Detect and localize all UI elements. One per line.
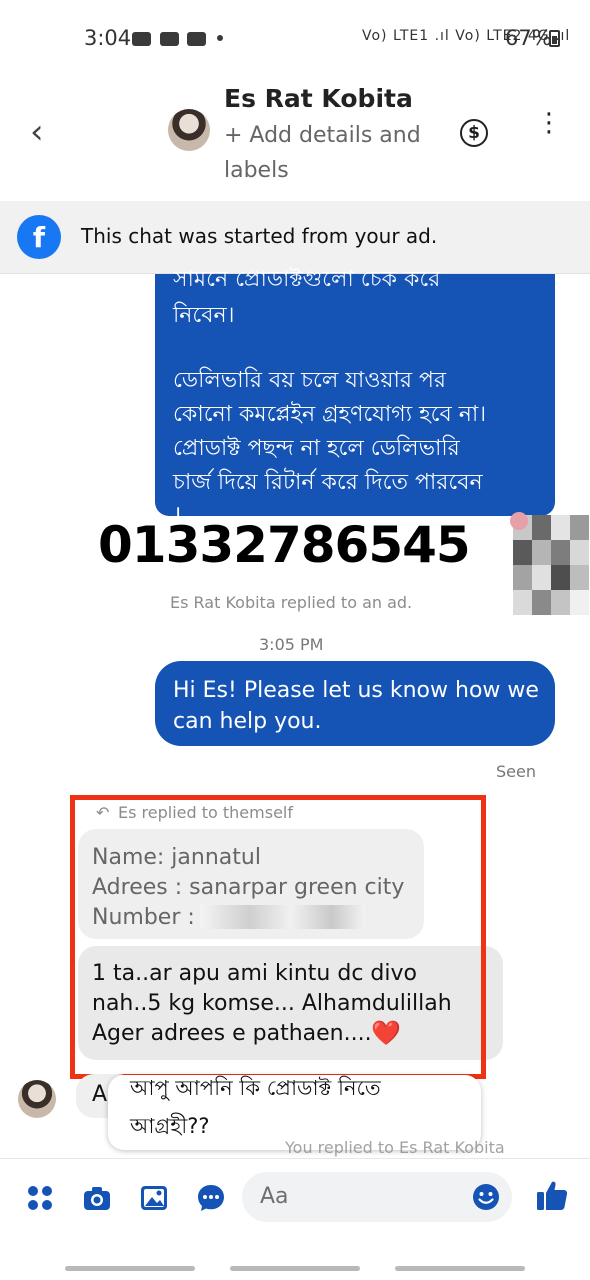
you-replied-note: You replied to Es Rat Kobita (285, 1138, 505, 1157)
apps-grid-icon[interactable] (25, 1183, 55, 1213)
youtube-notification-icon (132, 32, 151, 46)
gallery-icon[interactable] (139, 1183, 169, 1213)
message-line: প্রোডাক্ট পছন্দ না হলে ডেলিভারি (173, 436, 460, 461)
status-time: 3:04 (84, 26, 132, 50)
highlight-box (70, 795, 486, 1079)
message-line: চার্জ দিয়ে রিটার্ন করে দিতে পারবেন (173, 470, 483, 495)
read-receipt-avatar (510, 512, 528, 530)
battery-icon (549, 30, 560, 47)
pixelated-image (513, 515, 590, 615)
add-details-labels-link[interactable]: + Add details and labels (224, 118, 444, 188)
seen-indicator: Seen (496, 762, 536, 781)
message-timestamp: 3:05 PM (259, 635, 324, 654)
ad-banner-text: This chat was started from your ad. (81, 224, 438, 248)
sent-greeting-text: Hi Es! Please let us know how we can hel… (173, 678, 539, 734)
back-chevron-icon[interactable]: ‹ (30, 112, 44, 152)
partial-message-text: A (92, 1082, 108, 1107)
nav-gesture-right (395, 1266, 525, 1271)
youtube-notification-icon-2 (187, 32, 206, 46)
message-line: কোনো কমপ্লেইন গ্রহণযোগ্য হবে না। (173, 402, 487, 427)
camera-icon[interactable] (82, 1183, 112, 1213)
message-input-placeholder: Aa (260, 1184, 289, 1209)
contact-avatar[interactable] (168, 109, 210, 151)
message-line: ডেলিভারি বয় চলে যাওয়ার পর (173, 368, 446, 393)
nav-gesture-left (65, 1266, 195, 1271)
replied-to-ad-note: Es Rat Kobita replied to an ad. (170, 593, 413, 612)
quick-reply-line: আগ্রহী?? (130, 1114, 210, 1138)
facebook-icon: f (17, 215, 61, 259)
thumbs-up-icon[interactable] (535, 1178, 569, 1212)
more-notifications-dot (217, 35, 223, 41)
emoji-icon[interactable] (471, 1182, 501, 1212)
composer-divider (0, 1158, 590, 1159)
nav-gesture-center (230, 1266, 360, 1271)
dollar-circle-icon[interactable]: $ (460, 119, 488, 147)
contact-name[interactable]: Es Rat Kobita (224, 84, 413, 113)
message-line: নিবেন। (173, 303, 235, 328)
phone-number-overlay: 01332786545 (98, 516, 471, 574)
battery-percent: 67% (505, 26, 552, 50)
contact-avatar-small[interactable] (18, 1080, 56, 1118)
message-notification-icon (160, 32, 179, 46)
voice-chat-icon[interactable] (196, 1183, 226, 1213)
message-line: সামনে প্রোডাক্টগুলো চেক করে (173, 267, 441, 292)
quick-reply-line: আপু আপনি কি প্রোডাক্ট নিতে (130, 1076, 381, 1100)
more-vertical-icon[interactable]: ⋮ (536, 110, 562, 136)
